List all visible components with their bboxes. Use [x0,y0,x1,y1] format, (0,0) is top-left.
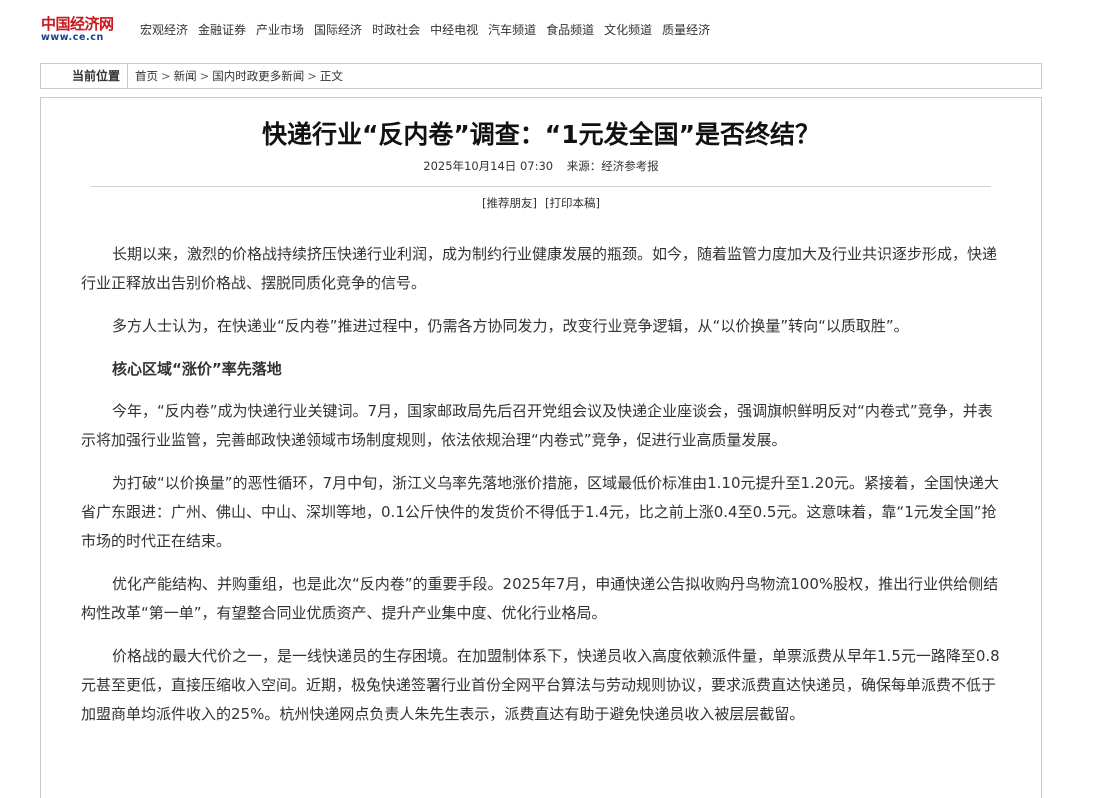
breadcrumb-separator: > [199,69,210,83]
article-paragraph: 多方人士认为，在快递业“反内卷”推进过程中，仍需各方协同发力，改变行业竞争逻辑，… [112,317,909,335]
breadcrumb-label: 当前位置 [41,64,128,88]
breadcrumb-bar: 当前位置 首页 > 新闻 > 国内时政更多新闻 > 正文 [40,63,1042,89]
breadcrumb-home[interactable]: 首页 [135,69,158,83]
nav-link-international[interactable]: 国际经济 [314,22,362,38]
article-paragraph: 长期以来，激烈的价格战持续挤压快递行业利润，成为制约行业健康发展的瓶颈。如今，随… [81,245,998,292]
nav-link-industry[interactable]: 产业市场 [256,22,304,38]
article-paragraph: 为打破“以价换量”的恶性循环，7月中旬，浙江义乌率先落地涨价措施，区域最低价标准… [81,474,999,550]
breadcrumb: 首页 > 新闻 > 国内时政更多新闻 > 正文 [135,64,343,88]
nav-link-quality[interactable]: 质量经济 [662,22,710,38]
nav-link-food[interactable]: 食品频道 [546,22,594,38]
article-source: 来源：经济参考报 [566,159,659,173]
title-divider [91,186,991,187]
breadcrumb-separator: > [161,69,171,83]
print-article-link[interactable]: [打印本稿] [545,196,600,210]
breadcrumb-current: 正文 [319,69,343,83]
article-paragraph: 优化产能结构、并购重组，也是此次“反内卷”的重要手段。2025年7月，申通快递公… [81,575,999,622]
logo-url: www.ce.cn [41,32,104,43]
breadcrumb-news[interactable]: 新闻 [174,69,197,83]
article-title: 快递行业“反内卷”调查：“1元发全国”是否终结？ [261,120,821,149]
site-logo[interactable]: 中国经济网 www.ce.cn [41,16,119,44]
nav-link-culture[interactable]: 文化频道 [604,22,652,38]
article-container: 快递行业“反内卷”调查：“1元发全国”是否终结？ 2025年10月14日 07:… [40,97,1042,798]
breadcrumb-separator: > [307,69,317,83]
breadcrumb-domestic-politics[interactable]: 国内时政更多新闻 [212,69,304,83]
nav-link-macro-economy[interactable]: 宏观经济 [140,22,188,38]
nav-link-tv[interactable]: 中经电视 [430,22,478,38]
nav-link-auto[interactable]: 汽车频道 [488,22,536,38]
article-meta: 2025年10月14日 07:30 来源：经济参考报 [41,158,1041,174]
recommend-friend-link[interactable]: [推荐朋友] [482,196,537,210]
article-subheading: 核心区域“涨价”率先落地 [112,360,282,378]
site-header: 中国经济网 www.ce.cn 宏观经济 金融证券 产业市场 国际经济 时政社会… [0,0,1104,60]
article-paragraph: 价格战的最大代价之一，是一线快递员的生存困境。在加盟制体系下，快递员收入高度依赖… [81,647,1000,723]
article-paragraph: 今年，“反内卷”成为快递行业关键词。7月，国家邮政局先后召开党组会议及快递企业座… [81,402,993,449]
logo-text: 中国经济网 [41,15,114,33]
article-tools: [推荐朋友] [打印本稿] [41,195,1041,211]
nav-link-politics[interactable]: 时政社会 [372,22,420,38]
nav-link-finance[interactable]: 金融证券 [198,22,246,38]
article-body: 长期以来，激烈的价格战持续挤压快递行业利润，成为制约行业健康发展的瓶颈。如今，随… [81,240,1001,743]
channel-nav: 宏观经济 金融证券 产业市场 国际经济 时政社会 中经电视 汽车频道 食品频道 … [140,22,720,38]
article-datetime: 2025年10月14日 07:30 [423,159,554,173]
